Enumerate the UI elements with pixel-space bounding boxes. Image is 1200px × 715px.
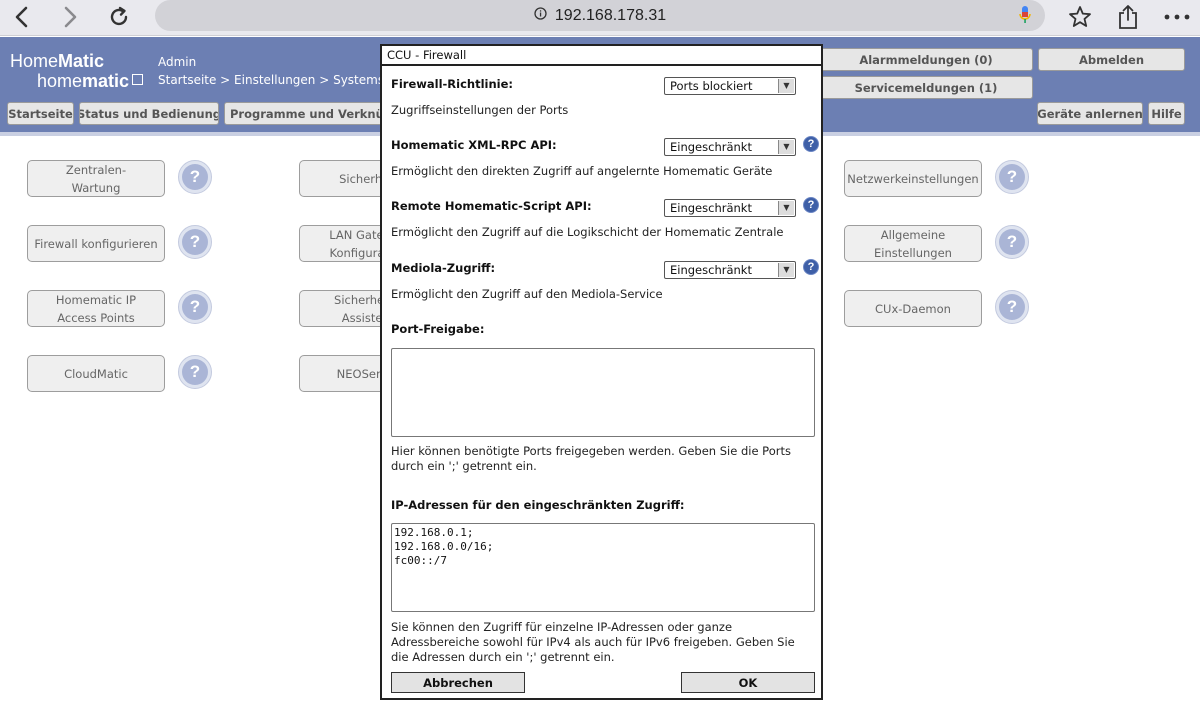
help-icon[interactable]: ? xyxy=(178,290,212,324)
menu-learn-devices[interactable]: Geräte anlernen xyxy=(1037,102,1143,125)
mediola-select[interactable]: Eingeschränkt ▼ xyxy=(664,261,796,279)
script-api-label: Remote Homematic-Script API: xyxy=(391,199,592,213)
policy-value: Ports blockiert xyxy=(670,79,753,93)
menu-programs[interactable]: Programme und Verknüpfungen xyxy=(224,102,384,125)
help-icon[interactable]: ? xyxy=(803,197,819,213)
service-messages-button[interactable]: Servicemeldungen (1) xyxy=(819,76,1033,99)
port-release-textarea[interactable] xyxy=(391,348,815,437)
chevron-down-icon: ▼ xyxy=(778,201,794,215)
xmlrpc-label: Homematic XML-RPC API: xyxy=(391,138,557,152)
address-bar[interactable]: 192.168.178.31 xyxy=(155,0,1045,31)
xmlrpc-select[interactable]: Eingeschränkt ▼ xyxy=(664,138,796,156)
dialog-title: CCU - Firewall xyxy=(382,46,821,66)
port-release-description: Hier können benötigte Ports freigegeben … xyxy=(391,444,791,473)
tile-general-settings[interactable]: Allgemeine Einstellungen xyxy=(844,225,982,262)
user-name: Admin xyxy=(158,55,197,69)
policy-description: Zugriffseinstellungen der Ports xyxy=(391,103,569,117)
help-icon[interactable]: ? xyxy=(178,355,212,389)
more-icon[interactable] xyxy=(1161,2,1193,32)
forward-icon[interactable] xyxy=(54,2,86,32)
script-api-value: Eingeschränkt xyxy=(670,201,752,215)
xmlrpc-value: Eingeschränkt xyxy=(670,140,752,154)
xmlrpc-description: Ermöglicht den direkten Zugriff auf ange… xyxy=(391,164,773,178)
mediola-description: Ermöglicht den Zugriff auf den Mediola-S… xyxy=(391,287,663,301)
alarm-messages-button[interactable]: Alarmmeldungen (0) xyxy=(819,48,1033,71)
logo-square-icon xyxy=(132,74,144,85)
share-icon[interactable] xyxy=(1112,2,1144,32)
info-icon xyxy=(534,6,547,25)
mediola-value: Eingeschränkt xyxy=(670,263,752,277)
script-api-select[interactable]: Eingeschränkt ▼ xyxy=(664,199,796,217)
tile-cloudmatic[interactable]: CloudMatic xyxy=(27,355,165,392)
homematic-logo: HomeMatic xyxy=(10,51,105,71)
script-api-description: Ermöglicht den Zugriff auf die Logikschi… xyxy=(391,225,784,239)
back-icon[interactable] xyxy=(6,2,38,32)
menu-status[interactable]: Status und Bedienung xyxy=(79,102,219,125)
url-text: 192.168.178.31 xyxy=(554,6,667,24)
menu-help[interactable]: Hilfe xyxy=(1148,102,1185,125)
chevron-down-icon: ▼ xyxy=(778,79,794,93)
ip-addresses-description: Sie können den Zugriff für einzelne IP-A… xyxy=(391,620,795,664)
help-icon[interactable]: ? xyxy=(803,259,819,275)
menu-home[interactable]: Startseite xyxy=(7,102,74,125)
port-release-label: Port-Freigabe: xyxy=(391,322,485,336)
cancel-button[interactable]: Abbrechen xyxy=(391,672,525,693)
help-icon[interactable]: ? xyxy=(178,160,212,194)
help-icon[interactable]: ? xyxy=(995,160,1029,194)
logout-button[interactable]: Abmelden xyxy=(1038,48,1185,71)
firewall-dialog: CCU - Firewall Firewall-Richtlinie: Port… xyxy=(380,44,823,700)
star-icon[interactable] xyxy=(1064,2,1096,32)
ip-addresses-label: IP-Adressen für den eingeschränkten Zugr… xyxy=(391,498,685,512)
ip-addresses-textarea[interactable]: 192.168.0.1; 192.168.0.0/16; fc00::/7 xyxy=(391,523,815,612)
homematic-sublogo: homematic xyxy=(37,71,144,92)
tile-cux-daemon[interactable]: CUx-Daemon xyxy=(844,290,982,327)
ok-button[interactable]: OK xyxy=(681,672,815,693)
tile-firewall[interactable]: Firewall konfigurieren xyxy=(27,225,165,262)
help-icon[interactable]: ? xyxy=(995,225,1029,259)
tile-central-maintenance[interactable]: Zentralen- Wartung xyxy=(27,160,165,197)
mediola-label: Mediola-Zugriff: xyxy=(391,261,496,275)
tile-network-settings[interactable]: Netzwerkeinstellungen xyxy=(844,160,982,197)
help-icon[interactable]: ? xyxy=(803,136,819,152)
policy-label: Firewall-Richtlinie: xyxy=(391,77,514,91)
chevron-down-icon: ▼ xyxy=(778,140,794,154)
help-icon[interactable]: ? xyxy=(178,225,212,259)
tile-hmip-access-points[interactable]: Homematic IP Access Points xyxy=(27,290,165,327)
microphone-icon[interactable] xyxy=(1019,5,1031,30)
policy-select[interactable]: Ports blockiert ▼ xyxy=(664,77,796,95)
browser-toolbar: 192.168.178.31 xyxy=(0,0,1200,36)
help-icon[interactable]: ? xyxy=(995,290,1029,324)
reload-icon[interactable] xyxy=(103,2,135,32)
chevron-down-icon: ▼ xyxy=(778,263,794,277)
